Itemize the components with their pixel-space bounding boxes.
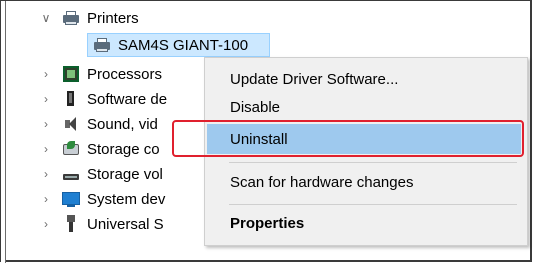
chevron-right-icon[interactable]: ›	[39, 192, 53, 206]
chevron-right-icon[interactable]: ›	[39, 92, 53, 106]
tree-node-sam4s-giant[interactable]: SAM4S GIANT-100	[92, 34, 248, 56]
chevron-down-icon[interactable]: ∨	[39, 11, 53, 25]
annotation-highlight-box	[172, 120, 524, 157]
tree-label-software: Software de	[87, 90, 168, 108]
menu-separator	[229, 162, 517, 163]
tree-label-processors: Processors	[87, 65, 163, 83]
chevron-right-icon[interactable]: ›	[39, 142, 53, 156]
menu-item-scan-hardware[interactable]: Scan for hardware changes	[205, 168, 527, 196]
chevron-right-icon[interactable]: ›	[39, 67, 53, 81]
menu-item-properties[interactable]: Properties	[205, 209, 527, 237]
printer-icon	[92, 36, 112, 54]
monitor-icon	[61, 190, 81, 208]
tree-label-printers: Printers	[87, 9, 139, 27]
chevron-right-icon[interactable]: ›	[39, 117, 53, 131]
tree-node-storage-volumes[interactable]: › Storage vol	[39, 163, 163, 185]
tree-node-printers[interactable]: ∨ Printers	[39, 7, 139, 29]
tree-label-storage-controllers: Storage co	[87, 140, 160, 158]
menu-label-update: Update Driver Software...	[230, 70, 399, 88]
menu-label-scan: Scan for hardware changes	[230, 173, 414, 191]
tree-label-usb: Universal S	[87, 215, 164, 233]
printer-icon	[61, 9, 81, 27]
tree-node-software-devices[interactable]: › Software de	[39, 88, 167, 110]
tree-label-storage-volumes: Storage vol	[87, 165, 163, 183]
software-device-icon	[61, 90, 81, 108]
device-manager-panel: ∨ Printers SAM4S GIANT-100 › Processors …	[0, 0, 532, 263]
tree-node-processors[interactable]: › Processors	[39, 63, 162, 85]
tree-node-usb[interactable]: › Universal S	[39, 213, 164, 235]
tree-label-sound: Sound, vid	[87, 115, 158, 133]
menu-item-update-driver[interactable]: Update Driver Software...	[205, 65, 527, 93]
tree-node-storage-controllers[interactable]: › Storage co	[39, 138, 160, 160]
menu-label-disable: Disable	[230, 98, 281, 116]
usb-icon	[61, 215, 81, 233]
tree-node-sound[interactable]: › Sound, vid	[39, 113, 158, 135]
storage-volume-icon	[61, 165, 81, 183]
chevron-right-icon[interactable]: ›	[39, 167, 53, 181]
menu-item-disable[interactable]: Disable	[205, 93, 527, 121]
menu-separator	[229, 204, 517, 205]
speaker-icon	[61, 115, 81, 133]
tree-label-system: System dev	[87, 190, 166, 208]
storage-controller-icon	[61, 140, 81, 158]
chevron-right-icon[interactable]: ›	[39, 217, 53, 231]
tree-node-system-devices[interactable]: › System dev	[39, 188, 165, 210]
processor-icon	[61, 65, 81, 83]
tree-label-device: SAM4S GIANT-100	[118, 36, 249, 54]
menu-label-properties: Properties	[230, 214, 305, 232]
